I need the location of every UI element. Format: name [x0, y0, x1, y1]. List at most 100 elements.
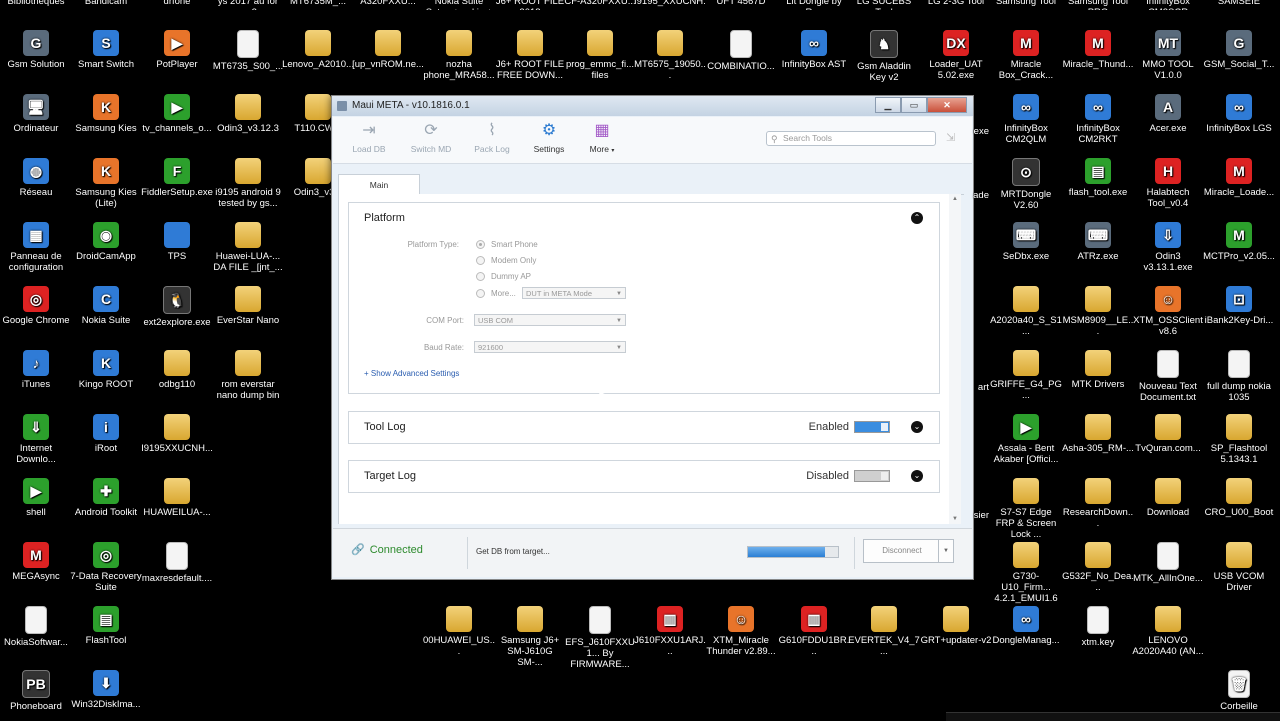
disconnect-dropdown-icon[interactable]: ▼ — [938, 539, 954, 563]
desktop-icon[interactable]: 🐧 ext2explore.exe — [141, 286, 213, 328]
desktop-icon[interactable]: MT MMO TOOL V1.0.0 — [1132, 30, 1204, 81]
minimize-button[interactable]: ▁ — [875, 97, 901, 113]
scroll-up-icon[interactable]: ▲ — [952, 196, 958, 202]
desktop-icon[interactable]: xtm.key — [1062, 606, 1134, 648]
radio-button[interactable] — [476, 272, 485, 281]
desktop-icon[interactable]: TPS — [141, 222, 213, 262]
desktop-icon[interactable]: COMBINATIO... — [705, 30, 777, 72]
desktop-icon[interactable]: ☺ XTM_Miracle Thunder v2.89... — [705, 606, 777, 657]
desktop-icon[interactable]: ∞ InfinityBox CM2QLM — [990, 94, 1062, 145]
settings-button[interactable]: ⚙ Settings — [523, 121, 575, 154]
desktop-icon[interactable]: LENOVO A2020A40 (AN... — [1132, 606, 1204, 657]
desktop-icon[interactable]: K Samsung Kies (Lite) — [70, 158, 142, 209]
switch-md-button[interactable]: ⟳ Switch MD — [405, 121, 457, 154]
radio-modem-only[interactable]: Modem Only — [476, 256, 536, 265]
desktop-icon[interactable]: ▤ flash_tool.exe — [1062, 158, 1134, 198]
desktop-icon[interactable]: SP_Flashtool 5.1343.1 — [1203, 414, 1275, 465]
desktop-icon[interactable]: 🗑 Corbeille — [1203, 670, 1275, 712]
desktop-icon[interactable]: G GSM_Social_T... — [1203, 30, 1275, 70]
desktop-icon[interactable]: J6+ ROOT FILE FREE DOWN... — [494, 30, 566, 81]
more-button[interactable]: ▦ More ▾ — [576, 121, 628, 154]
maximize-button[interactable]: ▭ — [901, 97, 927, 113]
desktop-icon[interactable]: ⌨ SeDbx.exe — [990, 222, 1062, 262]
desktop-icon[interactable]: ∞ InfinityBox LGS — [1203, 94, 1275, 134]
tab-main[interactable]: Main — [338, 174, 420, 195]
desktop-icon[interactable]: ♪ iTunes — [0, 350, 72, 390]
desktop-icon[interactable]: ✚ Android Toolkit — [70, 478, 142, 518]
desktop-icon[interactable]: ◍ Réseau — [0, 158, 72, 198]
pack-log-button[interactable]: ⌇ Pack Log — [466, 121, 518, 154]
desktop-icon[interactable]: I9195XXUCNH... — [141, 414, 213, 454]
desktop-icon[interactable]: G532F_No_Dea... — [1062, 542, 1134, 593]
com-port-select[interactable]: USB COM ▼ — [474, 314, 626, 326]
desktop-icon[interactable]: i iRoot — [70, 414, 142, 454]
desktop-icon[interactable]: HUAWEILUA-... — [141, 478, 213, 518]
desktop-icon[interactable]: USB VCOM Driver — [1203, 542, 1275, 593]
desktop-icon[interactable]: M MCTPro_v2.05... — [1203, 222, 1275, 262]
radio-smart-phone[interactable]: Smart Phone — [476, 240, 538, 249]
desktop-icon[interactable]: ▥ J610FXXU1ARJ... — [634, 606, 706, 657]
desktop-icon[interactable]: 🖥 Ordinateur — [0, 94, 72, 134]
desktop-icon[interactable]: GRIFFE_G4_PG... — [990, 350, 1062, 401]
desktop-icon[interactable]: ∞ DongleManag... — [990, 606, 1062, 646]
desktop-icon[interactable]: MTK Drivers — [1062, 350, 1134, 390]
desktop-icon[interactable]: ⬇ Win32DiskIma... — [70, 670, 142, 710]
load-db-button[interactable]: ⇥ Load DB — [343, 121, 395, 154]
desktop-icon[interactable]: ◎ Google Chrome — [0, 286, 72, 326]
desktop-icon[interactable]: maxresdefault.... — [141, 542, 213, 584]
desktop-icon[interactable]: F FiddlerSetup.exe — [141, 158, 213, 198]
desktop-icon[interactable]: ▶ tv_channels_o... — [141, 94, 213, 134]
desktop-icon[interactable]: ∞ InfinityBox CM2RKT — [1062, 94, 1134, 145]
desktop-icon[interactable]: PB Phoneboard — [0, 670, 72, 712]
desktop-icon[interactable]: A Acer.exe — [1132, 94, 1204, 134]
desktop-icon[interactable]: Lenovo_A2010... — [282, 30, 354, 70]
close-button[interactable]: ✕ — [927, 97, 967, 113]
radio-more[interactable]: More... — [476, 289, 516, 298]
desktop-icon[interactable]: ▶ Assala - Bent Akaber [Offici... — [990, 414, 1062, 465]
desktop-icon[interactable]: prog_emmc_fi... files — [564, 30, 636, 81]
desktop-icon[interactable]: full dump nokia 1035 — [1203, 350, 1275, 403]
desktop-icon[interactable]: CRO_U00_Boot — [1203, 478, 1275, 518]
desktop-icon[interactable]: C Nokia Suite — [70, 286, 142, 326]
baud-rate-select[interactable]: 921600 ▼ — [474, 341, 626, 353]
desktop-icon[interactable]: EverStar Nano — [212, 286, 284, 326]
desktop-icon[interactable]: Nouveau Text Document.txt — [1132, 350, 1204, 403]
desktop-icon[interactable]: MT6575_19050... — [634, 30, 706, 81]
desktop-icon[interactable]: M Miracle_Loade... — [1203, 158, 1275, 198]
desktop-icon[interactable]: 00HUAWEI_US... — [423, 606, 495, 657]
desktop-icon[interactable]: ▶ PotPlayer — [141, 30, 213, 70]
desktop-icon[interactable]: GRT+updater-v2 — [920, 606, 992, 646]
radio-button[interactable] — [476, 289, 485, 298]
export-icon[interactable]: ⇲ — [946, 131, 960, 145]
dut-mode-select[interactable]: DUT in META Mode ▼ — [522, 287, 626, 299]
desktop-icon[interactable]: S7-S7 Edge FRP & Screen Lock ... — [990, 478, 1062, 540]
desktop-icon[interactable]: ⇩ Odin3 v3.13.1.exe — [1132, 222, 1204, 273]
disconnect-button[interactable]: Disconnect — [863, 539, 941, 563]
desktop-icon[interactable]: nozha phone_MRA58... — [423, 30, 495, 81]
desktop-icon[interactable]: EVERTEK_V4_7... — [848, 606, 920, 657]
desktop-icon[interactable]: M Miracle Box_Crack... — [990, 30, 1062, 81]
desktop-icon[interactable]: ▦ Panneau de configuration — [0, 222, 72, 273]
desktop-icon[interactable]: ⇓ Internet Downlo... — [0, 414, 72, 465]
desktop-icon[interactable]: Samsung J6+ SM-J610G SM-... — [494, 606, 566, 668]
target-log-toggle[interactable] — [854, 470, 890, 482]
expand-chevron-down-icon[interactable]: ⌄ — [911, 470, 923, 482]
desktop-icon[interactable]: ◎ 7-Data Recovery Suite — [70, 542, 142, 593]
desktop-icon[interactable]: H Halabtech Tool_v0.4 — [1132, 158, 1204, 209]
tool-log-toggle[interactable] — [854, 421, 890, 433]
desktop-icon[interactable]: G730-U10_Firm... 4.2.1_EMUI1.6 — [990, 542, 1062, 604]
desktop-icon[interactable]: Download — [1132, 478, 1204, 518]
desktop-icon[interactable]: EFS_J610FXXU1... By FIRMWARE... — [564, 606, 636, 670]
desktop-icon[interactable]: NokiaSoftwar... — [0, 606, 72, 648]
expand-chevron-down-icon[interactable]: ⌄ — [911, 421, 923, 433]
desktop-icon[interactable]: ▥ G610FDDU1BR... — [778, 606, 850, 657]
desktop-icon[interactable]: S Smart Switch — [70, 30, 142, 70]
desktop-icon[interactable]: odbg110 — [141, 350, 213, 390]
desktop-icon[interactable]: ⊙ MRTDongle V2.60 — [990, 158, 1062, 211]
desktop-icon[interactable]: MTK_AllInOne... — [1132, 542, 1204, 584]
desktop-icon[interactable]: K Kingo ROOT — [70, 350, 142, 390]
desktop-icon[interactable]: Odin3_v3.12.3 — [212, 94, 284, 134]
radio-button[interactable] — [476, 256, 485, 265]
desktop-icon[interactable]: [up_vnROM.ne... — [352, 30, 424, 70]
desktop-icon[interactable]: DX Loader_UAT 5.02.exe — [920, 30, 992, 81]
